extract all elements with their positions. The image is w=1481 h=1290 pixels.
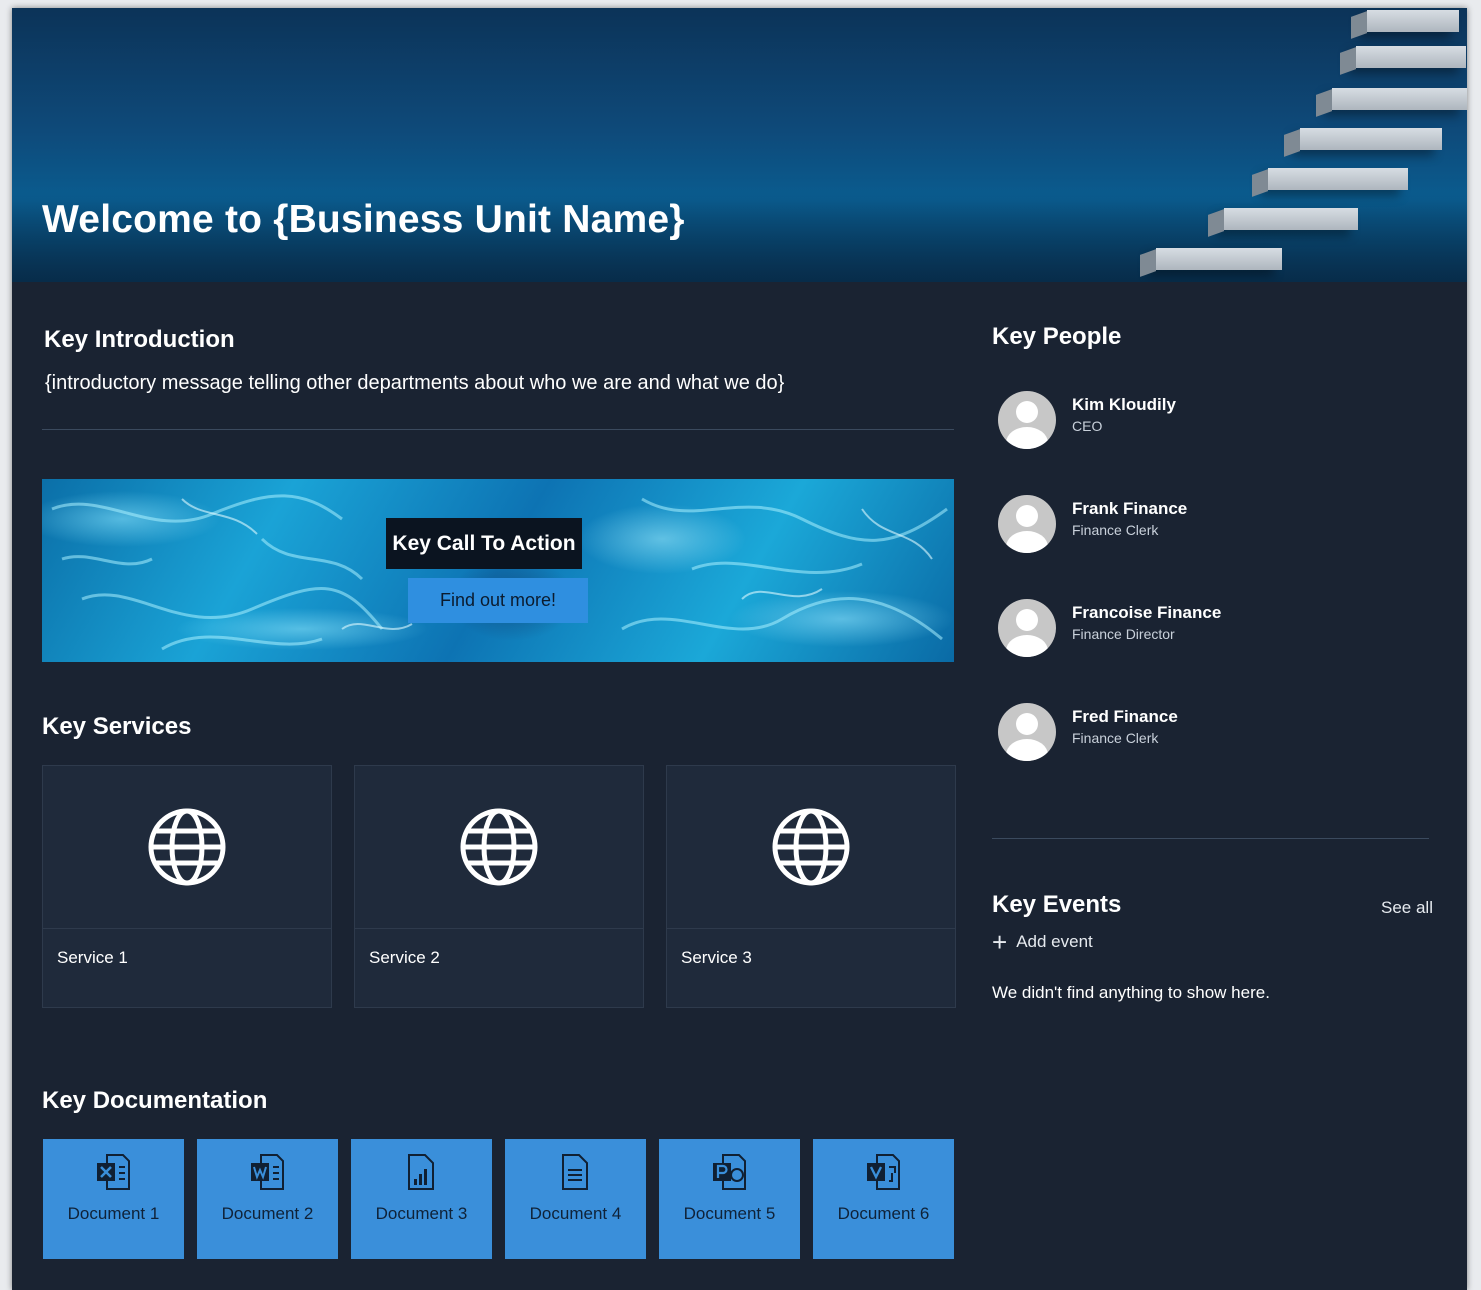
excel-file-icon [97, 1154, 130, 1190]
document-tile[interactable]: Document 5 [659, 1139, 800, 1259]
service-icon-area [667, 766, 955, 929]
service-card[interactable]: Service 3 [666, 765, 956, 1008]
service-icon-area [355, 766, 643, 929]
document-label: Document 3 [375, 1204, 468, 1223]
person-silhouette-icon [1006, 401, 1048, 449]
person-name: Francoise Finance [1072, 603, 1222, 622]
avatar [998, 703, 1056, 761]
person-silhouette-icon [1006, 713, 1048, 761]
stair-step-decoration [1332, 88, 1467, 110]
service-label: Service 1 [57, 948, 128, 967]
people-heading: Key People [992, 323, 1122, 350]
person-role: Finance Clerk [1072, 522, 1159, 538]
see-all-link[interactable]: See all [1381, 898, 1433, 918]
person-card[interactable]: Francoise Finance Finance Director [998, 599, 1418, 661]
page-title: Welcome to {Business Unit Name} [42, 198, 685, 241]
person-silhouette-icon [1006, 505, 1048, 553]
cta-heading: Key Call To Action [386, 518, 582, 569]
divider [42, 429, 954, 430]
person-name: Frank Finance [1072, 499, 1188, 518]
chart-file-icon [408, 1154, 434, 1190]
call-to-action-banner: Key Call To Action Find out more! [42, 479, 954, 662]
person-card[interactable]: Fred Finance Finance Clerk [998, 703, 1418, 765]
person-silhouette-icon [1006, 609, 1048, 657]
documentation-heading: Key Documentation [42, 1087, 268, 1114]
document-label: Document 6 [837, 1204, 930, 1223]
stair-step-decoration [1224, 208, 1358, 230]
document-label: Document 1 [67, 1204, 160, 1223]
avatar [998, 599, 1056, 657]
avatar [998, 495, 1056, 553]
service-icon-area [43, 766, 331, 929]
service-card[interactable]: Service 1 [42, 765, 332, 1008]
person-role: Finance Clerk [1072, 730, 1159, 746]
document-tile[interactable]: Document 4 [505, 1139, 646, 1259]
stair-step-decoration [1268, 168, 1408, 190]
document-tile[interactable]: Document 2 [197, 1139, 338, 1259]
services-heading: Key Services [42, 713, 192, 740]
intro-text: {introductory message telling other depa… [45, 372, 785, 394]
find-out-more-button[interactable]: Find out more! [408, 578, 588, 623]
stair-step-decoration [1367, 10, 1459, 32]
stair-step-decoration [1156, 248, 1282, 270]
add-event-button[interactable]: + Add event [992, 927, 1093, 957]
stair-step-decoration [1300, 128, 1442, 150]
document-label: Document 2 [221, 1204, 314, 1223]
document-tile[interactable]: Document 3 [351, 1139, 492, 1259]
word-file-icon [251, 1154, 284, 1190]
service-card[interactable]: Service 2 [354, 765, 644, 1008]
avatar [998, 391, 1056, 449]
globe-icon [148, 808, 226, 886]
water-texture [51, 494, 948, 651]
service-label: Service 2 [369, 948, 440, 967]
divider [992, 838, 1429, 839]
page-canvas: Welcome to {Business Unit Name} Key Intr… [12, 8, 1467, 1290]
person-card[interactable]: Frank Finance Finance Clerk [998, 495, 1418, 557]
hero-banner: Welcome to {Business Unit Name} [12, 8, 1467, 282]
document-label: Document 4 [529, 1204, 622, 1223]
events-empty-message: We didn't find anything to show here. [992, 983, 1270, 1002]
document-label: Document 5 [683, 1204, 776, 1223]
visio-file-icon [867, 1154, 900, 1190]
plus-icon: + [992, 927, 1008, 957]
text-file-icon [562, 1154, 588, 1190]
intro-heading: Key Introduction [44, 326, 235, 353]
service-label: Service 3 [681, 948, 752, 967]
globe-icon [772, 808, 850, 886]
events-heading: Key Events [992, 891, 1122, 918]
add-event-label: Add event [1016, 932, 1093, 951]
powerpoint-file-icon [713, 1154, 746, 1190]
person-name: Kim Kloudily [1072, 395, 1176, 414]
document-tile[interactable]: Document 1 [43, 1139, 184, 1259]
stair-step-decoration [1356, 46, 1466, 68]
person-name: Fred Finance [1072, 707, 1178, 726]
person-card[interactable]: Kim Kloudily CEO [998, 391, 1418, 453]
person-role: CEO [1072, 418, 1103, 434]
person-role: Finance Director [1072, 626, 1175, 642]
document-tile[interactable]: Document 6 [813, 1139, 954, 1259]
globe-icon [460, 808, 538, 886]
